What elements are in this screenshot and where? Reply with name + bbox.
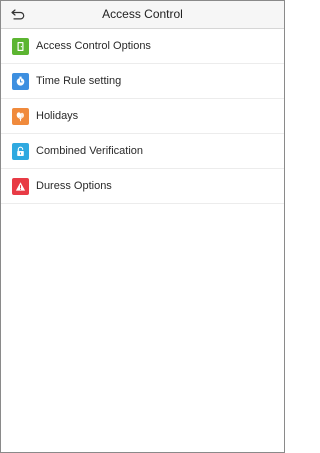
unlock-icon bbox=[12, 143, 29, 160]
door-icon bbox=[12, 38, 29, 55]
menu-item-duress-options[interactable]: Duress Options bbox=[1, 169, 284, 204]
menu-item-holidays[interactable]: Holidays bbox=[1, 99, 284, 134]
menu-item-combined-verification[interactable]: Combined Verification bbox=[1, 134, 284, 169]
menu-list: Access Control Options Time Rule setting bbox=[1, 29, 284, 204]
menu-item-label: Time Rule setting bbox=[36, 75, 122, 87]
clock-icon bbox=[12, 73, 29, 90]
menu-item-label: Duress Options bbox=[36, 180, 112, 192]
menu-item-access-control-options[interactable]: Access Control Options bbox=[1, 29, 284, 64]
menu-item-label: Combined Verification bbox=[36, 145, 144, 157]
warning-icon bbox=[12, 178, 29, 195]
access-control-screen: Access Control Access Control Options Ti… bbox=[0, 0, 285, 453]
menu-item-label: Holidays bbox=[36, 110, 79, 122]
menu-item-time-rule-setting[interactable]: Time Rule setting bbox=[1, 64, 284, 99]
holiday-icon bbox=[12, 108, 29, 125]
page-title: Access Control bbox=[102, 7, 183, 21]
menu-item-label: Access Control Options bbox=[36, 40, 151, 52]
header-bar: Access Control bbox=[1, 1, 284, 29]
